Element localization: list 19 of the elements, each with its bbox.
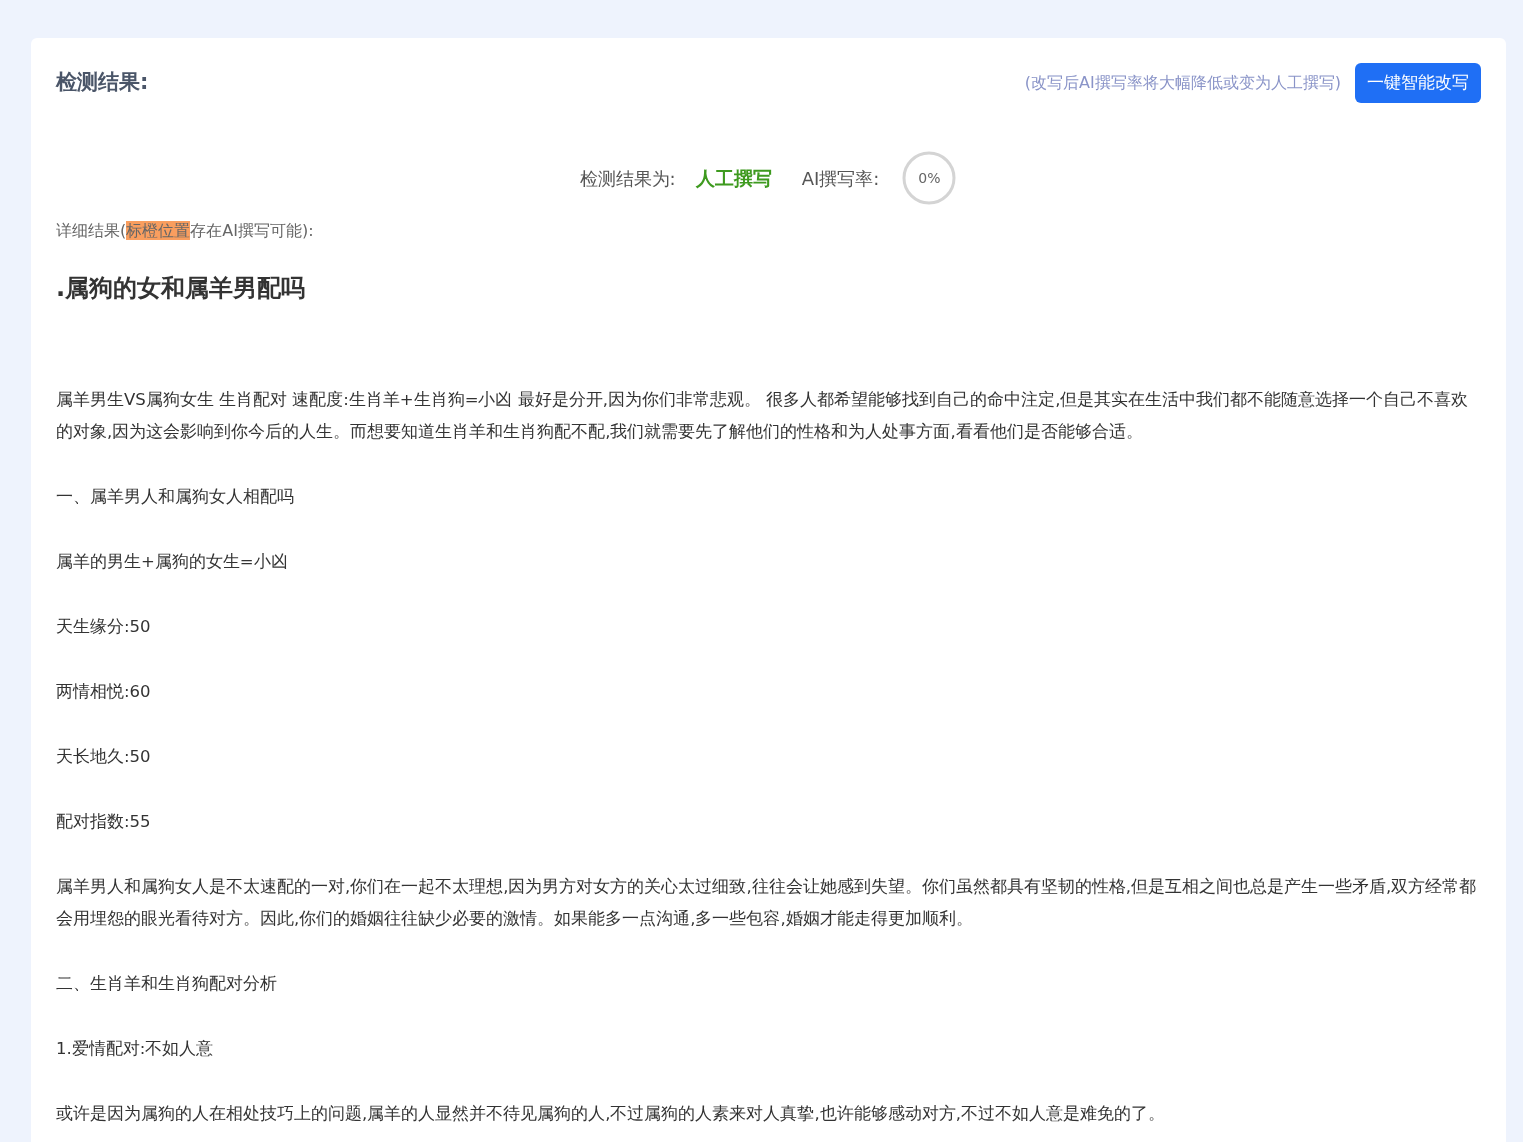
result-label: 检测结果为: [579,166,676,191]
article-paragraph: 一、属羊男人和属狗女人相配吗 [56,486,295,508]
section-title: 检测结果: [56,69,149,97]
article-paragraph: 属羊的男生+属狗的女生=小凶 [56,551,289,573]
article-paragraph: 属羊男人和属狗女人是不太速配的一对,你们在一起不太理想,因为男方对女方的关心太过细致,往往会让她感到失望。你们虽然都具有坚韧的性格,但是互相之间也总是产生一些矛盾,双方经常都会用埋怨的眼光看待对方。因此,你们的婚姻往往缺少必要的激情。如果能多一点沟通,多一些包容,婚姻才能走得更加顺利。 [56,876,1478,930]
article-paragraph: 二、生肖羊和生肖狗配对分析 [56,973,278,995]
article-paragraph: 两情相悦:60 [56,681,152,703]
rewrite-hint: (改写后AI撰写率将大幅降低或变为人工撰写) [1024,72,1341,94]
article-paragraph: 1.爱情配对:不如人意 [56,1038,215,1060]
article-title: .属狗的女和属羊男配吗 [56,273,307,304]
article-paragraph: 或许是因为属狗的人在相处技巧上的问题,属羊的人显然并不待见属狗的人,不过属狗的人素来对人真挚,也许能够感动对方,不过不如人意是难免的了。 [56,1103,1166,1125]
verdict-text: 人工撰写 [695,165,772,191]
rate-value: 0% [918,168,941,188]
smart-rewrite-button[interactable]: 一键智能改写 [1355,63,1481,103]
article-paragraph: 配对指数:55 [56,811,152,833]
article-paragraph: 天生缘分:50 [56,616,152,638]
rate-label: AI撰写率: [801,166,880,191]
article-paragraph: 天长地久:50 [56,746,152,768]
article-paragraph: 属羊男生VS属狗女生 生肖配对 速配度:生肖羊+生肖狗=小凶 最好是分开,因为你们非常悲观。 很多人都希望能够找到自己的命中注定,但是其实在生活中我们都不能随意选择一个自己不喜欢的对象,因为这会影响到你今后的人生。而想要知道生肖羊和生肖狗配不配,我们就需要先了解他们的性格和为人处事方面,看看他们是否能够合适。 [56,389,1470,443]
